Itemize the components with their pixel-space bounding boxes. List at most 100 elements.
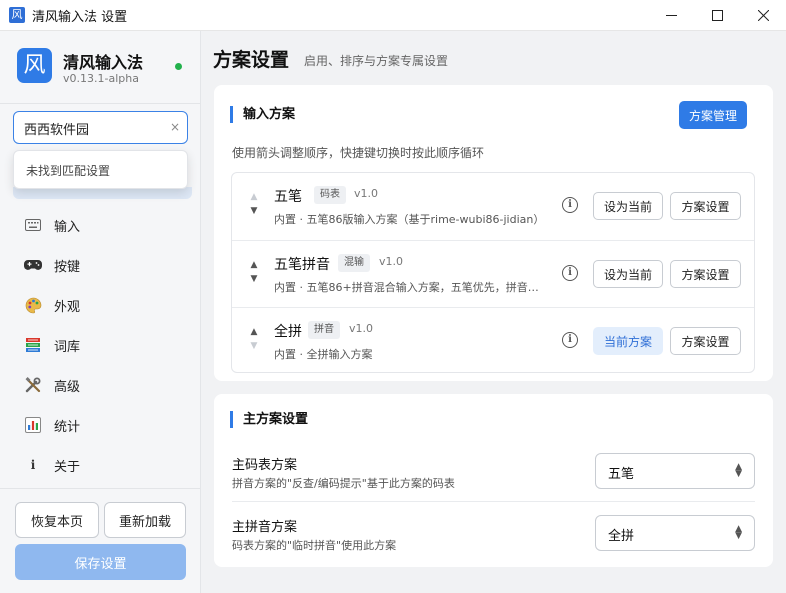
setting-description: 拼音方案的"反查/编码提示"基于此方案的码表: [232, 477, 455, 490]
select-value: 全拼: [608, 529, 635, 544]
scheme-row: ▲ ▼ 全拼 拼音 v1.0 内置 · 全拼输入方案 i 当前方案 方案设置: [232, 307, 754, 374]
set-current-button[interactable]: 设为当前: [593, 260, 663, 288]
select-value: 五笔: [608, 467, 635, 482]
scheme-settings-button[interactable]: 方案设置: [670, 260, 741, 288]
manage-schemes-button[interactable]: 方案管理: [679, 101, 747, 129]
close-button[interactable]: [740, 0, 786, 31]
sidebar-item-label: 输入: [54, 219, 81, 235]
setting-description: 码表方案的"临时拼音"使用此方案: [232, 539, 397, 552]
input-schemes-card: 输入方案 方案管理 使用箭头调整顺序，快捷键切换时按此顺序循环 ▲ ▼ 五笔 码…: [214, 85, 773, 381]
section-hint: 使用箭头调整顺序，快捷键切换时按此顺序循环: [232, 146, 485, 160]
sidebar-nav: 输入 按键 外观 词库 高级 统计 i 关于: [13, 205, 188, 485]
sidebar-item-label: 外观: [54, 299, 81, 315]
info-icon: i: [30, 458, 36, 472]
move-down-icon: ▼: [250, 341, 258, 351]
sidebar-item-label: 按键: [54, 259, 81, 275]
app-window-icon: 风: [9, 7, 25, 23]
section-title: 主方案设置: [230, 411, 308, 428]
pinyin-scheme-select[interactable]: 全拼 ▲ ▼: [595, 515, 755, 551]
books-icon: [24, 336, 42, 354]
scheme-version: v1.0: [354, 187, 379, 200]
scheme-settings-button[interactable]: 方案设置: [670, 327, 741, 355]
reorder-arrows: ▲ ▼: [249, 258, 259, 286]
clear-search-icon[interactable]: ×: [170, 120, 180, 134]
scheme-row: ▲ ▼ 五笔 码表 v1.0 内置 · 五笔86版输入方案（基于rime-wub…: [232, 173, 754, 240]
chart-icon: [24, 416, 42, 434]
app-name: 清风输入法: [63, 53, 144, 72]
maximize-button[interactable]: [694, 0, 740, 31]
minimize-button[interactable]: [648, 0, 694, 31]
title-bar: 风 清风输入法 设置: [0, 0, 786, 31]
palette-icon: [24, 296, 42, 314]
sidebar-item-advanced[interactable]: 高级: [13, 365, 188, 405]
move-up-icon[interactable]: ▲: [249, 258, 259, 272]
app-version: v0.13.1-alpha: [63, 72, 139, 85]
sidebar: 风 清风输入法 v0.13.1-alpha × 未找到匹配设置 输入 按键: [0, 31, 201, 593]
window-title: 清风输入法 设置: [32, 9, 128, 25]
scheme-settings-button[interactable]: 方案设置: [670, 192, 741, 220]
minimize-icon: [665, 15, 677, 16]
page-subtitle: 启用、排序与方案专属设置: [304, 54, 449, 68]
page-title: 方案设置: [213, 49, 290, 71]
scheme-name: 五笔: [274, 189, 302, 205]
sidebar-item-label: 高级: [54, 379, 81, 395]
divider: [0, 103, 200, 104]
primary-scheme-card: 主方案设置 主码表方案 拼音方案的"反查/编码提示"基于此方案的码表 五笔 ▲ ▼…: [214, 394, 773, 567]
setting-label: 主码表方案: [232, 458, 298, 473]
sidebar-item-stats[interactable]: 统计: [13, 405, 188, 445]
codetable-scheme-row: 主码表方案 拼音方案的"反查/编码提示"基于此方案的码表 五笔 ▲ ▼: [232, 446, 755, 502]
scheme-name: 五笔拼音: [274, 257, 330, 273]
sidebar-item-label: 关于: [54, 459, 81, 475]
scheme-tag: 混输: [338, 254, 370, 272]
scheme-version: v1.0: [349, 322, 374, 335]
move-down-icon[interactable]: ▼: [249, 272, 259, 286]
restore-page-button[interactable]: 恢复本页: [15, 502, 99, 538]
status-indicator: [175, 63, 182, 70]
save-settings-button[interactable]: 保存设置: [15, 544, 186, 580]
scheme-row: ▲ ▼ 五笔拼音 混输 v1.0 内置 · 五笔86+拼音混合输入方案，五笔优先…: [232, 240, 754, 307]
scheme-version: v1.0: [379, 255, 404, 268]
section-title: 输入方案: [230, 106, 295, 123]
reorder-arrows: ▲ ▼: [249, 190, 259, 218]
app-logo: 风: [17, 48, 52, 83]
info-icon[interactable]: i: [562, 265, 578, 281]
main-content: 方案设置 启用、排序与方案专属设置 输入方案 方案管理 使用箭头调整顺序，快捷键…: [201, 31, 786, 593]
pinyin-scheme-row: 主拼音方案 码表方案的"临时拼音"使用此方案 全拼 ▲ ▼: [232, 508, 755, 564]
scheme-tag: 码表: [314, 186, 346, 204]
sidebar-item-dictionary[interactable]: 词库: [13, 325, 188, 365]
sidebar-item-label: 词库: [54, 339, 81, 355]
codetable-scheme-select[interactable]: 五笔 ▲ ▼: [595, 453, 755, 489]
move-down-icon[interactable]: ▼: [249, 204, 259, 218]
no-results-text: 未找到匹配设置: [26, 164, 111, 178]
sidebar-item-keys[interactable]: 按键: [13, 245, 188, 285]
close-icon: [757, 10, 769, 21]
scheme-description: 内置 · 五笔86版输入方案（基于rime-wubi86-jidian）: [274, 213, 545, 226]
tools-icon: [24, 376, 42, 394]
sidebar-item-input[interactable]: 输入: [13, 205, 188, 245]
sidebar-item-label: 统计: [54, 419, 81, 435]
search-input[interactable]: [24, 118, 164, 138]
move-up-icon: ▲: [250, 192, 258, 202]
current-scheme-badge: 当前方案: [593, 327, 663, 355]
gamepad-icon: [24, 256, 42, 274]
settings-search: ×: [13, 111, 188, 144]
info-icon[interactable]: i: [562, 197, 578, 213]
divider: [0, 488, 200, 489]
search-results-dropdown: 未找到匹配设置: [13, 150, 188, 189]
scheme-tag: 拼音: [308, 321, 340, 339]
reorder-arrows: ▲ ▼: [249, 325, 259, 353]
sidebar-item-appearance[interactable]: 外观: [13, 285, 188, 325]
setting-label: 主拼音方案: [232, 520, 298, 535]
scheme-description: 内置 · 五笔86+拼音混合输入方案，五笔优先，拼音补充: [274, 281, 546, 294]
sidebar-item-about[interactable]: i 关于: [13, 445, 188, 485]
info-icon[interactable]: i: [562, 332, 578, 348]
reload-button[interactable]: 重新加载: [104, 502, 186, 538]
scheme-list: ▲ ▼ 五笔 码表 v1.0 内置 · 五笔86版输入方案（基于rime-wub…: [231, 172, 755, 373]
scheme-name: 全拼: [274, 324, 302, 340]
set-current-button[interactable]: 设为当前: [593, 192, 663, 220]
scheme-description: 内置 · 全拼输入方案: [274, 348, 373, 361]
window-controls: [648, 0, 786, 31]
maximize-icon: [711, 10, 723, 21]
keyboard-icon: [24, 216, 42, 234]
move-up-icon[interactable]: ▲: [249, 325, 259, 339]
